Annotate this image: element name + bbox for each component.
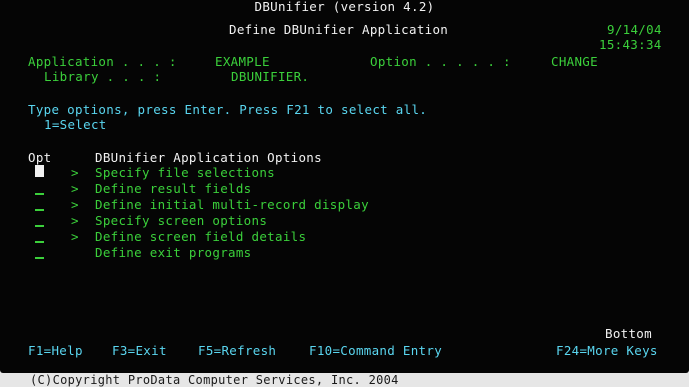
option-define-result-fields[interactable]: Define result fields	[95, 181, 252, 196]
select-option-hint: 1=Select	[44, 117, 107, 132]
opt-input-field[interactable]	[35, 209, 44, 211]
option-define-exit-programs[interactable]: Define exit programs	[95, 245, 252, 260]
f3-exit-key[interactable]: F3=Exit	[112, 343, 167, 358]
opt-column-header: Opt	[28, 150, 52, 165]
copyright-text: (C)Copyright ProData Computer Services, …	[30, 373, 399, 387]
options-list-title: DBUnifier Application Options	[95, 150, 322, 165]
f10-command-entry-key[interactable]: F10=Command Entry	[309, 343, 442, 358]
submenu-marker: >	[71, 165, 79, 180]
time-display: 15:43:34	[599, 37, 662, 52]
opt-input-field[interactable]	[35, 257, 44, 259]
submenu-marker: >	[71, 181, 79, 196]
application-label: Application . . . :	[28, 54, 177, 69]
submenu-marker: >	[71, 229, 79, 244]
f24-more-keys-key[interactable]: F24=More Keys	[556, 343, 658, 358]
screen-title: Define DBUnifier Application	[229, 22, 449, 37]
submenu-marker: >	[71, 213, 79, 228]
option-define-initial-multi-record-display[interactable]: Define initial multi-record display	[95, 197, 369, 212]
terminal-screen: DBUnifier (version 4.2) Define DBUnifier…	[0, 0, 689, 373]
title-bar: DBUnifier (version 4.2)	[0, 0, 689, 13]
copyright-bar: (C)Copyright ProData Computer Services, …	[0, 373, 689, 387]
opt-input-field[interactable]	[35, 241, 44, 243]
option-value: CHANGE	[551, 54, 598, 69]
submenu-marker: >	[71, 197, 79, 212]
f5-refresh-key[interactable]: F5=Refresh	[198, 343, 276, 358]
option-define-screen-field-details[interactable]: Define screen field details	[95, 229, 306, 244]
opt-input-cursor[interactable]	[35, 165, 44, 177]
library-value: DBUNIFIER.	[231, 69, 310, 84]
application-value: EXAMPLE	[215, 54, 270, 69]
instructions-line: Type options, press Enter. Press F21 to …	[28, 102, 428, 117]
opt-input-field[interactable]	[35, 225, 44, 227]
f1-help-key[interactable]: F1=Help	[28, 343, 83, 358]
bottom-indicator: Bottom	[605, 326, 652, 341]
date-display: 9/14/04	[607, 22, 662, 37]
option-label: Option . . . . . :	[370, 54, 511, 69]
window-title: DBUnifier (version 4.2)	[254, 0, 435, 14]
option-specify-file-selections[interactable]: Specify file selections	[95, 165, 275, 180]
library-label: Library . . . :	[44, 69, 162, 84]
opt-input-field[interactable]	[35, 193, 44, 195]
option-specify-screen-options[interactable]: Specify screen options	[95, 213, 267, 228]
